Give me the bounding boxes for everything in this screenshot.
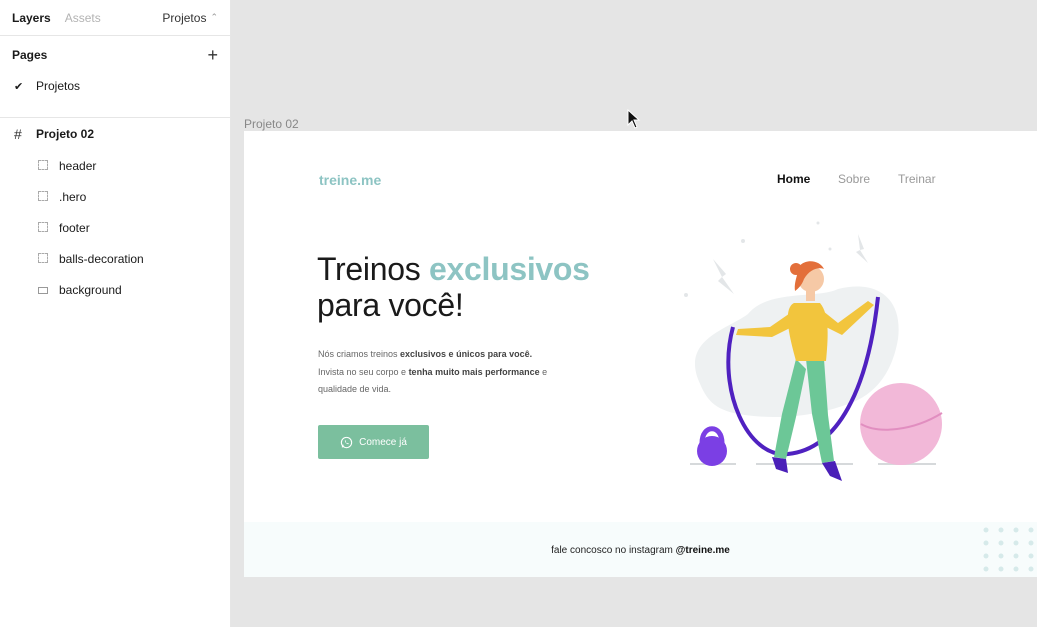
- hero-title-start: Treinos: [317, 251, 430, 287]
- chevron-up-icon: ⌃: [210, 12, 218, 22]
- hero-title-end: para você!: [317, 287, 464, 323]
- footer-text: fale concosco no instagram @treine.me: [244, 545, 1037, 556]
- check-icon: ✔: [14, 80, 24, 93]
- layer-label: header: [59, 158, 97, 173]
- group-icon: [38, 221, 48, 232]
- page-switcher[interactable]: Projetos ⌃: [162, 11, 218, 25]
- frame-label[interactable]: Projeto 02: [244, 117, 299, 131]
- panel-tabs: Layers Assets Projetos ⌃: [0, 0, 230, 36]
- design-frame[interactable]: treine.me Home Sobre Treinar Treinos exc…: [244, 131, 1037, 577]
- layer-balls-decoration[interactable]: balls-decoration: [0, 243, 230, 274]
- layers-panel: Layers Assets Projetos ⌃ Pages + ✔ Proje…: [0, 0, 231, 627]
- comece-ja-button[interactable]: Comece já: [318, 425, 429, 459]
- group-icon: [38, 159, 48, 170]
- balls-decoration: [983, 527, 1034, 572]
- mouse-cursor-icon: [627, 109, 641, 129]
- hero-title: Treinos exclusivos para você!: [317, 251, 590, 323]
- lightning-icon: [713, 259, 734, 294]
- page-item-label: Projetos: [36, 79, 81, 93]
- hero-title-accent: exclusivos: [429, 251, 590, 287]
- hero-text-part: Nós criamos treinos: [318, 349, 401, 359]
- jump-rope-illustration: [684, 221, 943, 481]
- lightning-icon: [856, 234, 868, 263]
- site-footer: fale concosco no instagram @treine.me: [244, 522, 1037, 577]
- rectangle-icon: [38, 286, 48, 294]
- tab-assets[interactable]: Assets: [65, 11, 101, 25]
- hero-text-part: Invista no seu corpo e: [318, 366, 409, 377]
- cta-label: Comece já: [359, 436, 407, 448]
- sparkle-dot: [741, 239, 745, 243]
- hero-text-bold: exclusivos e únicos para você.: [400, 349, 533, 359]
- add-page-icon[interactable]: +: [207, 46, 218, 64]
- hero-text-part: qualidade de vida.: [318, 384, 392, 394]
- hero-text-part: e: [539, 366, 548, 377]
- page-item-projetos[interactable]: ✔ Projetos: [0, 74, 230, 98]
- whatsapp-icon: [340, 436, 353, 448]
- layer-label: background: [59, 282, 122, 297]
- page-switcher-label: Projetos: [162, 10, 207, 25]
- footer-label: fale concosco no instagram: [551, 545, 676, 556]
- nav-treinar-link[interactable]: Treinar: [898, 172, 936, 186]
- layer-label: .hero: [59, 189, 87, 204]
- instagram-handle[interactable]: @treine.me: [676, 545, 730, 556]
- group-icon: [38, 190, 48, 201]
- sparkle-dot: [816, 221, 820, 225]
- pages-heading: Pages: [12, 48, 48, 62]
- tab-layers[interactable]: Layers: [12, 11, 51, 25]
- layer-background[interactable]: background: [0, 274, 230, 305]
- nav-sobre-link[interactable]: Sobre: [838, 172, 870, 186]
- person-hair-bun: [790, 263, 802, 275]
- layer-hero[interactable]: .hero: [0, 181, 230, 212]
- site-logo: treine.me: [319, 172, 382, 188]
- frame-icon: #: [14, 126, 22, 142]
- layer-label: balls-decoration: [59, 251, 144, 266]
- layer-footer[interactable]: footer: [0, 212, 230, 243]
- sparkle-dot: [828, 247, 832, 251]
- hero-description: Nós criamos treinos exclusivos e únicos …: [318, 346, 588, 399]
- hero-text-bold: tenha muito mais performance: [408, 366, 540, 377]
- exercise-ball: [860, 383, 942, 465]
- pages-header: Pages +: [0, 36, 230, 74]
- person-neck: [806, 289, 815, 301]
- group-icon: [38, 252, 48, 263]
- sparkle-dot: [684, 293, 688, 297]
- nav-home-link[interactable]: Home: [777, 172, 810, 186]
- layer-frame-projeto-02[interactable]: # Projeto 02: [0, 118, 230, 150]
- layer-frame-label: Projeto 02: [36, 127, 95, 141]
- layer-label: footer: [59, 220, 90, 235]
- layer-header[interactable]: header: [0, 150, 230, 181]
